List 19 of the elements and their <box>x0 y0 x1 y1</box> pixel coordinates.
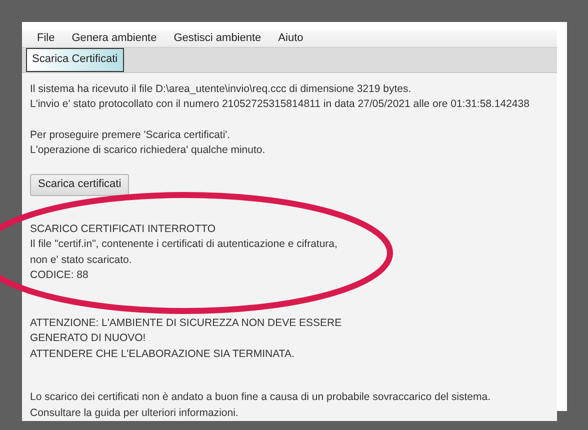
message-line: non e' stato scaricato. <box>30 252 132 268</box>
message-line: Il sistema ha ricevuto il file D:\area_utente\invio\req.ccc di dimensione 3219 bytes. <box>30 82 412 96</box>
message-line: CODICE: 88 <box>30 268 88 283</box>
menu-item[interactable]: Aiuto <box>278 30 304 46</box>
message-line: ATTENZIONE: L'AMBIENTE DI SICUREZZA NON DEVE ESSERE <box>30 316 342 330</box>
menu-item[interactable]: Gestisci ambiente <box>174 30 262 46</box>
download-button[interactable]: Scarica certificati <box>30 174 130 196</box>
message-line: Lo scarico dei certificati non è andato a buon fine a causa di un probabile sovraccarico del sistema. <box>30 390 491 405</box>
menu-item[interactable]: File <box>37 30 55 46</box>
message-line: L'operazione di scarico richiedera' qualche minuto. <box>30 143 266 158</box>
message-line: ATTENDERE CHE L'ELABORAZIONE SIA TERMINATA. <box>30 346 294 362</box>
tab[interactable]: Scarica Certificati <box>26 48 124 72</box>
message-line: GENERATO DI NUOVO! <box>30 331 146 346</box>
message-line: Per proseguire premere 'Scarica certificati'. <box>30 128 230 142</box>
message-line: L'invio e' stato protocollato con il numero 21052725315814811 in data 27/05/2021 alle ore 01:31:58.142438 <box>30 97 530 112</box>
menu-item[interactable]: Genera ambiente <box>72 30 157 46</box>
message-line: Consultare la guida per ulteriori informazioni. <box>30 406 238 420</box>
message-line: Il file "certif.in", contenente i certificati di autenticazione e cifratura, <box>30 237 338 252</box>
message-line: SCARICO CERTIFICATI INTERROTTO <box>30 222 216 236</box>
